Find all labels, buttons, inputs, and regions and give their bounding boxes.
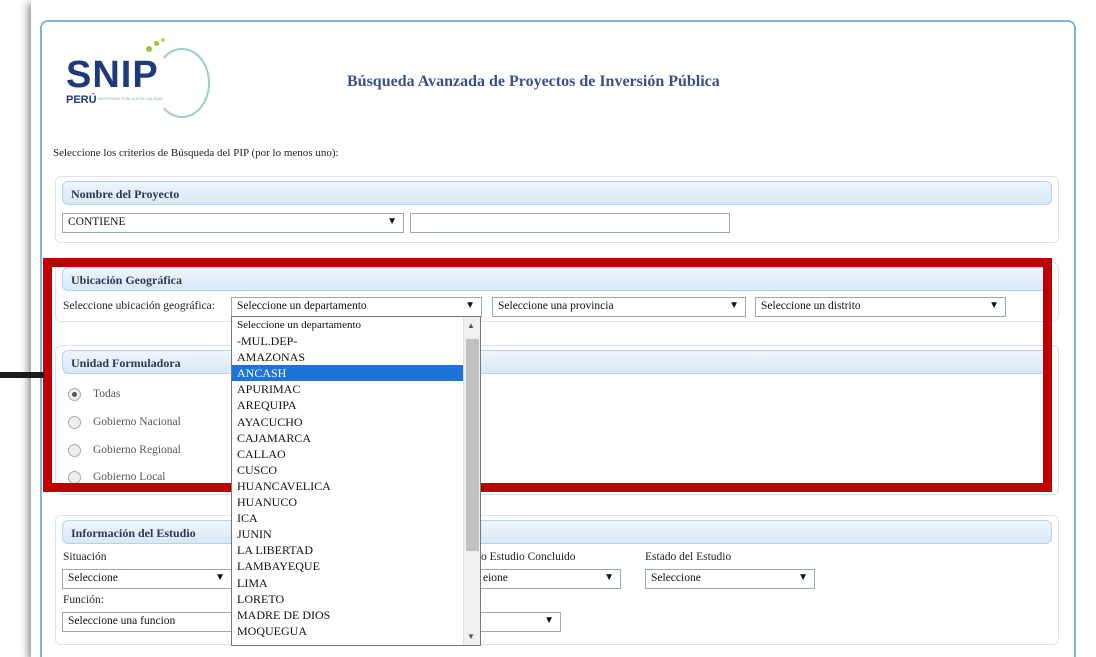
provincia-select[interactable]: Seleccione una provincia ▼ — [492, 297, 746, 317]
chevron-down-icon: ▼ — [729, 300, 739, 311]
dropdown-option[interactable]: HUANUCO — [232, 494, 480, 510]
dropdown-option[interactable]: MADRE DE DIOS — [232, 607, 480, 623]
radio-button[interactable] — [68, 471, 81, 484]
scroll-up-icon[interactable]: ▲ — [467, 321, 475, 330]
dropdown-option[interactable]: ANCASH — [232, 365, 480, 382]
select-value: eione — [483, 572, 508, 584]
select-value: CONTIENE — [68, 216, 126, 228]
dropdown-option[interactable]: JUNIN — [232, 526, 480, 542]
radio-label: Gobierno Nacional — [93, 416, 181, 429]
radio-label: Gobierno Regional — [93, 444, 181, 457]
chevron-down-icon: ▼ — [604, 572, 614, 583]
situacion-label: Situación — [63, 551, 107, 563]
departamento-dropdown-list[interactable]: Seleccione un departamento -MUL.DEP- AMAZO… — [231, 316, 481, 646]
dropdown-scrollbar[interactable]: ▲ ▼ — [463, 317, 480, 645]
dropdown-option[interactable]: LORETO — [232, 591, 480, 607]
radio-gobierno-local[interactable]: Gobierno Local — [68, 471, 166, 484]
radio-button[interactable] — [68, 388, 81, 401]
dropdown-option[interactable]: MOQUEGUA — [232, 623, 480, 639]
select-value: Seleccione un distrito — [761, 300, 861, 312]
select-value: Seleccione una funcion — [68, 615, 176, 627]
dropdown-option[interactable]: AYACUCHO — [232, 414, 480, 430]
section-header: Información del Estudio — [62, 520, 1052, 544]
select-value: Seleccione una provincia — [498, 300, 614, 312]
radio-button[interactable] — [68, 444, 81, 457]
estado-estudio-label: Estado del Estudio — [645, 551, 732, 563]
section-header: Nombre del Proyecto — [62, 181, 1052, 205]
estudio-concluido-label: o Estudio Concluido — [481, 551, 576, 563]
ubicacion-label: Seleccione ubicación geográfica: — [63, 300, 215, 312]
departamento-select[interactable]: Seleccione un departamento ▼ — [231, 297, 482, 317]
radio-button[interactable] — [68, 416, 81, 429]
dropdown-option[interactable]: APURIMAC — [232, 381, 480, 397]
dropdown-option[interactable]: CAJAMARCA — [232, 430, 480, 446]
dropdown-option[interactable]: -MUL.DEP- — [232, 333, 480, 349]
radio-label: Gobierno Local — [93, 471, 166, 484]
radio-todas[interactable]: Todas — [68, 388, 120, 401]
funcion-label: Función: — [63, 594, 104, 606]
chevron-down-icon: ▼ — [215, 572, 225, 583]
estudio-concluido-select[interactable]: eione ▼ — [481, 569, 621, 589]
situacion-select[interactable]: Seleccione ▼ — [62, 569, 232, 589]
dropdown-option[interactable]: LA LIBERTAD — [232, 542, 480, 558]
radio-gobierno-nacional[interactable]: Gobierno Nacional — [68, 416, 181, 429]
logo-arc — [154, 48, 210, 118]
chevron-down-icon: ▼ — [798, 572, 808, 583]
funcion-select[interactable]: Seleccione una funcion — [62, 612, 232, 632]
dropdown-option[interactable]: HUANCAVELICA — [232, 478, 480, 494]
logo-country: PERÚ — [66, 94, 97, 106]
radio-label: Todas — [93, 388, 121, 401]
section-header: Ubicación Geográfica — [62, 267, 1052, 291]
dropdown-option[interactable]: ICA — [232, 510, 480, 526]
logo-tagline: INVERSIÓN PÚBLICA DE CALIDAD — [98, 96, 164, 101]
estado-estudio-select[interactable]: Seleccione ▼ — [645, 569, 815, 589]
dropdown-option[interactable]: LIMA — [232, 575, 480, 591]
chevron-down-icon: ▼ — [387, 216, 397, 227]
chevron-down-icon: ▼ — [989, 300, 999, 311]
dropdown-option[interactable]: Seleccione un departamento — [232, 317, 480, 333]
criteria-instructions: Seleccione los criterios de Búsqueda del… — [53, 147, 339, 159]
chevron-down-icon: ▼ — [465, 300, 475, 311]
select-value: Seleccione — [68, 572, 118, 584]
dropdown-option[interactable]: LAMBAYEQUE — [232, 558, 480, 574]
section-unidad-formuladora: Unidad Formuladora — [55, 345, 1059, 495]
name-match-select[interactable]: CONTIENE ▼ — [62, 213, 404, 233]
project-name-input[interactable] — [410, 213, 730, 233]
select-value: Seleccione un departamento — [237, 300, 367, 312]
dropdown-option[interactable]: CUSCO — [232, 462, 480, 478]
radio-gobierno-regional[interactable]: Gobierno Regional — [68, 444, 181, 457]
programa-select[interactable]: ▼ — [481, 612, 561, 632]
annotation-pointer-line — [0, 372, 44, 378]
select-value: Seleccione — [651, 572, 701, 584]
chevron-down-icon: ▼ — [544, 615, 554, 626]
snip-logo: SNIP PERÚ INVERSIÓN PÚBLICA DE CALIDAD — [62, 38, 217, 120]
page-title: Búsqueda Avanzada de Proyectos de Invers… — [347, 73, 720, 90]
logo-text: SNIP — [66, 54, 159, 96]
dropdown-option[interactable]: AMAZONAS — [232, 349, 480, 365]
dropdown-option[interactable]: AREQUIPA — [232, 397, 480, 413]
section-header: Unidad Formuladora — [62, 350, 1052, 374]
distrito-select[interactable]: Seleccione un distrito ▼ — [755, 297, 1006, 317]
scrollbar-thumb[interactable] — [466, 339, 479, 551]
dropdown-option[interactable]: CALLAO — [232, 446, 480, 462]
scroll-down-icon[interactable]: ▼ — [467, 632, 475, 641]
